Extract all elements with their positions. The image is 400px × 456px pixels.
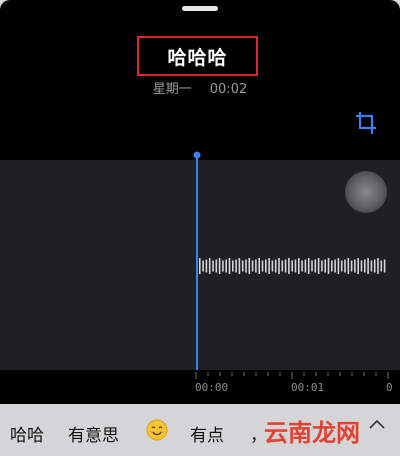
- recording-sheet: 哈哈哈 星期一 00:02 00:00 00:01 0: [0, 0, 400, 404]
- waveform-bar: [202, 260, 204, 272]
- waveform-bar: [334, 259, 336, 273]
- sheet-grabber-handle[interactable]: [182, 6, 218, 11]
- waveform-bar: [350, 260, 353, 272]
- waveform-bar: [284, 259, 287, 273]
- title-highlight-box: 哈哈哈: [137, 36, 258, 76]
- chevron-up-icon[interactable]: [368, 416, 386, 432]
- waveform-bar: [347, 258, 350, 274]
- waveform-bar: [274, 259, 277, 273]
- smiling-face-emoji-icon[interactable]: [146, 419, 168, 441]
- waveform-bar: [228, 258, 231, 274]
- waveform-bar: [337, 258, 340, 274]
- waveform-bar: [208, 258, 211, 274]
- waveform-bar: [357, 258, 359, 274]
- waveform-bar: [298, 258, 300, 274]
- waveform-bar: [314, 259, 317, 273]
- waveform-bar: [261, 260, 264, 272]
- waveform-bar: [215, 259, 218, 273]
- waveform-bar: [268, 258, 270, 274]
- waveform-bar: [265, 259, 267, 273]
- waveform-bar: [238, 258, 241, 274]
- ruler-label-2: 0: [386, 381, 393, 394]
- waveform-bar: [383, 259, 386, 273]
- waveform-bar: [218, 258, 221, 274]
- waveform-bar: [281, 260, 284, 272]
- crop-icon[interactable]: [354, 110, 380, 136]
- waveform-bar: [245, 259, 247, 273]
- waveform-bar: [205, 259, 208, 273]
- waveform-bar: [241, 260, 244, 272]
- waveform-bar: [377, 258, 379, 274]
- waveform-bar: [311, 260, 313, 272]
- recording-day: 星期一: [152, 82, 192, 97]
- waveform-bar: [304, 259, 307, 273]
- waveform-bar: [317, 258, 320, 274]
- waveform-bar: [340, 260, 343, 272]
- waveform-bar: [278, 258, 280, 274]
- waveform-bar: [212, 260, 214, 272]
- waveform-bar: [354, 259, 356, 273]
- waveform-bar: [370, 260, 373, 272]
- suggestion-item[interactable]: 有意思: [68, 421, 119, 446]
- waveform-bar: [373, 259, 376, 273]
- waveform-bar: [331, 260, 333, 272]
- playhead-handle[interactable]: [192, 150, 202, 380]
- watermark-text: 云南龙网: [264, 419, 360, 447]
- play-button[interactable]: [345, 171, 387, 213]
- recording-title[interactable]: 哈哈哈: [167, 43, 227, 70]
- audio-waveform: [199, 258, 386, 274]
- waveform-bar: [251, 260, 254, 272]
- recording-meta: 星期一 00:02: [0, 78, 400, 97]
- ruler-label-0: 00:00: [195, 381, 229, 394]
- waveform-bar: [294, 259, 297, 273]
- waveform-bar: [291, 260, 293, 272]
- suggestion-item[interactable]: 有点: [190, 421, 224, 446]
- waveform-bar: [380, 260, 383, 272]
- waveform-bar: [258, 258, 260, 274]
- waveform-bar: [248, 258, 251, 274]
- waveform-bar: [301, 260, 303, 272]
- ruler-label-1: 00:01: [291, 381, 325, 394]
- waveform-bar: [321, 260, 323, 272]
- waveform-bar: [327, 258, 330, 274]
- waveform-bar: [225, 259, 227, 273]
- waveform-bar: [367, 258, 369, 274]
- waveform-bar: [288, 258, 290, 274]
- waveform-bar: [307, 258, 310, 274]
- waveform-bar: [271, 260, 274, 272]
- waveform-bar: [255, 259, 257, 273]
- waveform-bar: [235, 259, 237, 273]
- waveform-bar: [344, 259, 346, 273]
- waveform-bar: [232, 260, 234, 272]
- waveform-bar: [324, 259, 326, 273]
- waveform-bar: [222, 260, 224, 272]
- waveform-bar: [364, 259, 366, 273]
- recording-duration: 00:02: [209, 82, 248, 97]
- waveform-bar: [360, 260, 363, 272]
- suggestion-item[interactable]: 哈哈: [10, 421, 44, 446]
